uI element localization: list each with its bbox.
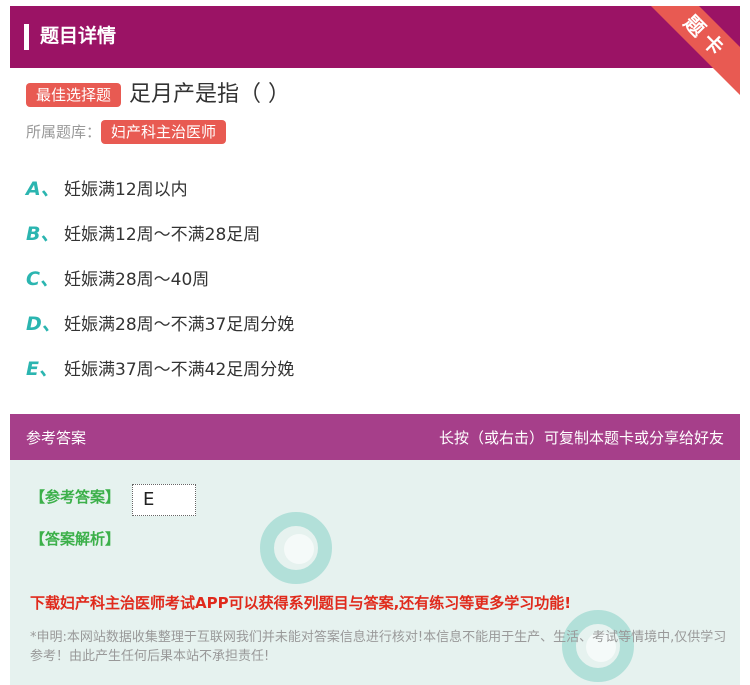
- reference-answer-value: E: [132, 484, 196, 516]
- bank-tag[interactable]: 妇产科主治医师: [101, 120, 227, 144]
- option-text: 妊娠满37周～不满42足周分娩: [64, 359, 295, 380]
- reference-answer-label: 【参考答案】: [30, 488, 121, 506]
- answer-bar: 参考答案 长按（或右击）可复制本题卡或分享给好友: [10, 414, 740, 460]
- download-app-text[interactable]: 下载妇产科主治医师考试APP可以获得系列题目与答案,还有练习等更多学习功能!: [30, 592, 571, 613]
- header-bar: 题目详情 题卡: [10, 6, 740, 96]
- question-card: 题目详情 题卡 最佳选择题 足月产是指（ ） 所属题库： 妇产科主治医师 A、 …: [0, 0, 750, 685]
- question-text: 足月产是指（ ）: [129, 82, 291, 107]
- option-text: 妊娠满28周～40周: [64, 269, 210, 290]
- question-bank-line: 所属题库： 妇产科主治医师: [26, 120, 227, 144]
- bank-label: 所属题库：: [26, 123, 102, 141]
- question-type-tag: 最佳选择题: [26, 83, 122, 107]
- option-text: 妊娠满12周～不满28足周: [64, 224, 261, 245]
- option-letter: A、: [26, 177, 60, 200]
- corner-badge[interactable]: 题卡: [640, 6, 740, 96]
- share-hint: 长按（或右击）可复制本题卡或分享给好友: [438, 429, 724, 447]
- option-b[interactable]: B、 妊娠满12周～不满28足周: [26, 219, 260, 245]
- option-d[interactable]: D、 妊娠满28周～不满37足周分娩: [26, 309, 294, 335]
- option-letter: B、: [26, 222, 60, 245]
- option-e[interactable]: E、 妊娠满37周～不满42足周分娩: [26, 354, 294, 380]
- option-a[interactable]: A、 妊娠满12周以内: [26, 174, 188, 200]
- option-text: 妊娠满28周～不满37足周分娩: [64, 314, 295, 335]
- answer-panel: 【参考答案】 E 【答案解析】 下载妇产科主治医师考试APP可以获得系列题目与答…: [10, 460, 740, 685]
- option-c[interactable]: C、 妊娠满28周～40周: [26, 264, 209, 290]
- answer-bar-title: 参考答案: [26, 429, 87, 447]
- option-letter: E、: [26, 357, 58, 380]
- question-line: 最佳选择题 足月产是指（ ）: [26, 80, 290, 110]
- explanation-label: 【答案解析】: [30, 530, 121, 548]
- corner-ribbon-label[interactable]: 题卡: [644, 6, 740, 96]
- page-title: 题目详情: [40, 25, 117, 47]
- watermark-logo-icon: [260, 512, 332, 584]
- disclaimer-text: *申明:本网站数据收集整理于互联网我们并未能对答案信息进行核对!本信息不能用于生…: [30, 630, 727, 664]
- option-text: 妊娠满12周以内: [64, 179, 188, 200]
- option-letter: D、: [26, 312, 61, 335]
- option-letter: C、: [26, 267, 59, 290]
- header-accent: [24, 24, 29, 50]
